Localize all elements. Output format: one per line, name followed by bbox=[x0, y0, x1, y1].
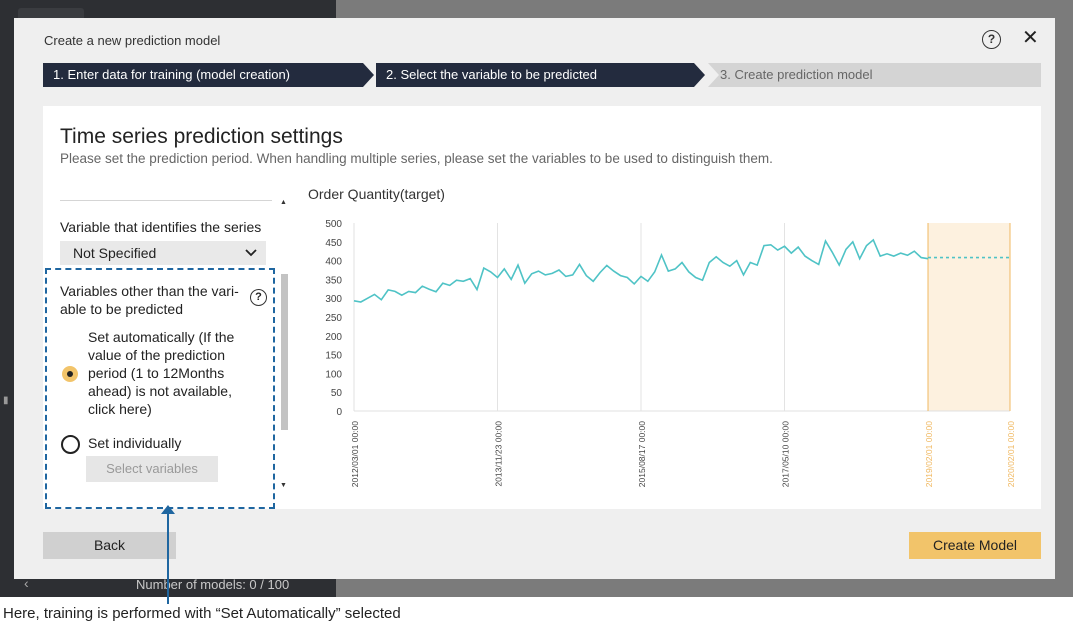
x-tick-label: 2012/03/01 00:00 bbox=[350, 421, 360, 487]
x-tick-label: 2013/11/23 00:00 bbox=[494, 421, 504, 487]
y-tick-label: 450 bbox=[325, 238, 342, 249]
y-tick-label: 350 bbox=[325, 275, 342, 286]
back-button[interactable]: Back bbox=[43, 532, 176, 559]
chart-title: Order Quantity(target) bbox=[308, 186, 445, 202]
x-tick-label: 2015/08/17 00:00 bbox=[637, 421, 647, 487]
series-variable-select[interactable]: Not Specified bbox=[60, 241, 266, 265]
y-tick-label: 250 bbox=[325, 313, 342, 324]
y-tick-label: 300 bbox=[325, 294, 342, 305]
y-tick-label: 200 bbox=[325, 332, 342, 343]
callout-text: Here, training is performed with “Set Au… bbox=[3, 605, 401, 622]
y-tick-label: 400 bbox=[325, 257, 342, 268]
create-model-dialog: Create a new prediction model ? ✕ 1. Ent… bbox=[14, 18, 1055, 579]
scrollbar[interactable]: ▲ ▼ bbox=[280, 199, 288, 491]
y-tick-label: 50 bbox=[331, 388, 343, 399]
y-tick-label: 150 bbox=[325, 351, 342, 362]
series-variable-label: Variable that identifies the series bbox=[60, 219, 262, 235]
dialog-title: Create a new prediction model bbox=[44, 33, 221, 48]
step-enter-data[interactable]: 1. Enter data for training (model creati… bbox=[43, 63, 374, 87]
scroll-up-icon[interactable]: ▲ bbox=[280, 199, 287, 206]
x-tick-label: 2019/02/01 00:00 bbox=[924, 421, 934, 487]
y-tick-label: 500 bbox=[325, 219, 342, 230]
help-icon[interactable]: ? bbox=[982, 30, 1001, 49]
callout-line bbox=[167, 511, 169, 604]
x-tick-label: 2020/02/01 00:00 bbox=[1006, 421, 1016, 487]
x-tick-label: 2017/05/10 00:00 bbox=[781, 421, 791, 487]
forecast-band bbox=[928, 223, 1010, 411]
series-select-value: Not Specified bbox=[73, 245, 157, 261]
close-icon[interactable]: ✕ bbox=[1022, 28, 1039, 48]
step-create-model: 3. Create prediction model bbox=[708, 63, 1041, 87]
step-select-variable[interactable]: 2. Select the variable to be predicted bbox=[376, 63, 705, 87]
order-quantity-chart: 0 50 100 150 200 250 300 350 400 450 500 2012/03/01… bbox=[325, 219, 1016, 487]
create-model-button[interactable]: Create Model bbox=[909, 532, 1041, 559]
y-tick-label: 100 bbox=[325, 369, 342, 380]
y-tick-label: 0 bbox=[336, 407, 342, 418]
panel-subtitle: Please set the prediction period. When h… bbox=[60, 151, 773, 166]
pane-divider bbox=[60, 200, 272, 201]
settings-pane: Variable that identifies the series Not … bbox=[45, 199, 292, 509]
callout-arrow-head bbox=[161, 505, 175, 514]
scroll-down-icon[interactable]: ▼ bbox=[280, 482, 287, 489]
highlight-frame bbox=[45, 268, 275, 509]
models-count: Number of models: 0 / 100 bbox=[136, 577, 290, 592]
sidebar-marker: ▮ bbox=[3, 395, 9, 406]
scroll-thumb[interactable] bbox=[281, 274, 288, 430]
settings-panel: Time series prediction settings Please s… bbox=[43, 106, 1041, 509]
panel-title: Time series prediction settings bbox=[60, 125, 343, 148]
